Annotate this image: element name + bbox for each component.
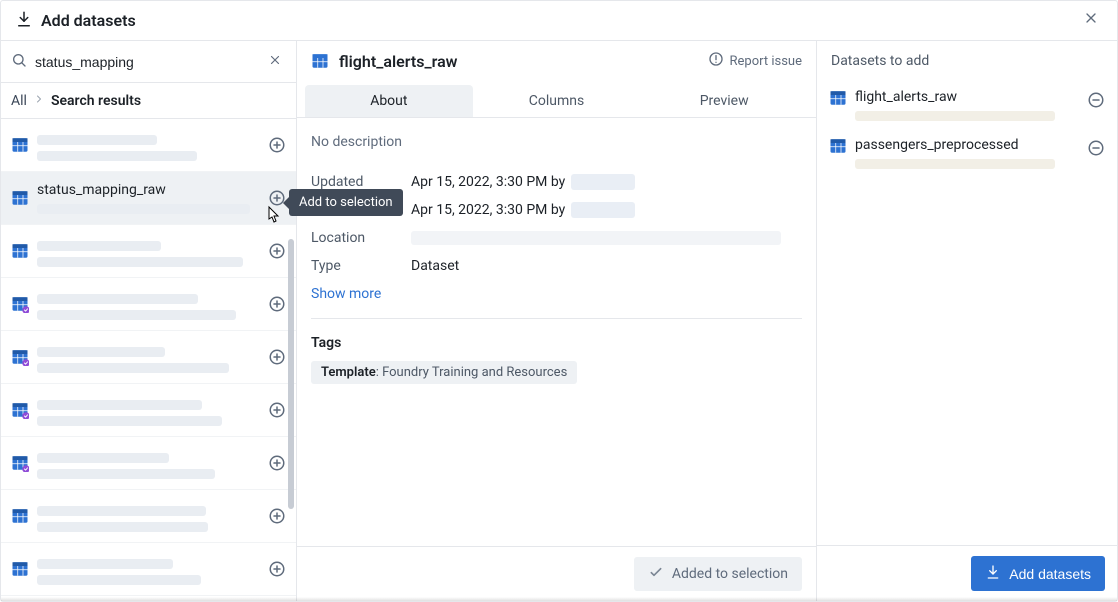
add-datasets-label: Add datasets: [1009, 566, 1091, 582]
redacted-path: [37, 151, 197, 161]
redacted-path: [411, 231, 781, 245]
breadcrumb-root[interactable]: All: [11, 93, 27, 109]
result-item[interactable]: [1, 384, 296, 437]
search-icon: [11, 52, 27, 72]
dataset-icon: [11, 295, 29, 313]
add-to-selection-button[interactable]: [268, 507, 286, 525]
meta-location-label: Location: [311, 230, 411, 246]
add-to-selection-button[interactable]: [268, 242, 286, 260]
redacted-path: [855, 159, 1055, 169]
dialog-title: Add datasets: [41, 11, 136, 30]
add-to-selection-button[interactable]: [268, 348, 286, 366]
redacted-user: [571, 174, 635, 190]
redacted-name: [37, 506, 206, 516]
redacted-path: [855, 111, 1055, 121]
tags-heading: Tags: [311, 335, 802, 351]
selection-item: passengers_preprocessed: [817, 129, 1117, 177]
selection-list: flight_alerts_raw passengers_preprocessed: [817, 81, 1117, 545]
redacted-name: [37, 400, 202, 410]
results-list: status_mapping_raw: [1, 119, 296, 601]
detail-title: flight_alerts_raw: [339, 52, 458, 71]
redacted-name: [37, 559, 173, 569]
add-to-selection-button[interactable]: [268, 136, 286, 154]
report-issue-button[interactable]: Report issue: [708, 51, 802, 71]
remove-from-selection-button[interactable]: [1087, 139, 1105, 161]
redacted-name: [37, 347, 165, 357]
redacted-name: [37, 135, 157, 145]
dataset-icon: [11, 348, 29, 366]
dataset-icon: [11, 560, 29, 578]
result-item[interactable]: [1, 225, 296, 278]
redacted-name: [37, 241, 161, 251]
selection-item: flight_alerts_raw: [817, 81, 1117, 129]
dataset-icon: [11, 242, 29, 260]
add-to-selection-button[interactable]: [268, 295, 286, 313]
remove-from-selection-button[interactable]: [1087, 91, 1105, 113]
check-icon: [648, 564, 664, 584]
redacted-name: [37, 453, 169, 463]
add-to-selection-button[interactable]: [268, 560, 286, 578]
redacted-path: [37, 257, 243, 267]
dataset-icon: [11, 507, 29, 525]
show-more-link[interactable]: Show more: [311, 286, 381, 302]
dataset-icon: [829, 89, 847, 107]
breadcrumb: All Search results: [1, 83, 296, 119]
no-description-text: No description: [311, 134, 802, 150]
result-item[interactable]: [1, 278, 296, 331]
meta-type-value: Dataset: [411, 258, 459, 274]
result-item[interactable]: [1, 437, 296, 490]
tab-columns[interactable]: Columns: [473, 85, 641, 117]
dialog-header: Add datasets: [1, 1, 1117, 41]
download-icon: [985, 564, 1001, 583]
detail-tabs: About Columns Preview: [297, 81, 816, 118]
meta-updated-value: Apr 15, 2022, 3:30 PM by: [411, 174, 565, 190]
tab-preview[interactable]: Preview: [640, 85, 808, 117]
selection-item-name: passengers_preprocessed: [855, 137, 1079, 153]
add-datasets-button[interactable]: Add datasets: [971, 556, 1105, 591]
scrollbar-thumb[interactable]: [288, 239, 294, 509]
meta-created-value: Apr 15, 2022, 3:30 PM by: [411, 202, 565, 218]
tab-about[interactable]: About: [305, 85, 473, 117]
result-item[interactable]: [1, 490, 296, 543]
result-item[interactable]: [1, 331, 296, 384]
dataset-icon: [829, 137, 847, 155]
redacted-path: [37, 363, 229, 373]
redacted-path: [37, 310, 236, 320]
breadcrumb-current: Search results: [51, 93, 141, 109]
alert-icon: [708, 51, 724, 71]
dataset-icon: [311, 52, 329, 70]
added-to-selection-pill: Added to selection: [634, 557, 802, 591]
add-to-selection-button[interactable]: [268, 401, 286, 419]
result-item[interactable]: status_mapping_raw: [1, 172, 296, 225]
redacted-path: [37, 469, 215, 479]
tag-chip[interactable]: Template: Foundry Training and Resources: [311, 361, 577, 384]
selection-item-name: flight_alerts_raw: [855, 89, 1079, 105]
result-name: status_mapping_raw: [37, 182, 260, 198]
meta-updated-label: Updated: [311, 174, 411, 190]
dataset-icon: [11, 189, 29, 207]
search-input[interactable]: [27, 50, 264, 74]
result-item[interactable]: [1, 543, 296, 596]
meta-type-label: Type: [311, 258, 411, 274]
clear-search-icon[interactable]: [264, 50, 286, 73]
dataset-icon: [11, 136, 29, 154]
redacted-name: [37, 294, 198, 304]
redacted-path: [37, 575, 201, 585]
dataset-icon: [11, 454, 29, 472]
redacted-path: [37, 416, 222, 426]
chevron-right-icon: [33, 93, 45, 109]
report-issue-label: Report issue: [730, 54, 802, 69]
redacted-user: [571, 202, 635, 218]
redacted-path: [37, 522, 208, 532]
dataset-icon: [11, 401, 29, 419]
add-to-selection-button[interactable]: [268, 454, 286, 472]
result-item[interactable]: [1, 119, 296, 172]
added-label: Added to selection: [672, 566, 788, 582]
download-icon: [15, 10, 33, 32]
selection-header: Datasets to add: [817, 41, 1117, 81]
close-icon[interactable]: [1079, 6, 1103, 35]
redacted-path: [37, 204, 250, 214]
tooltip-add-to-selection: Add to selection: [289, 189, 403, 216]
